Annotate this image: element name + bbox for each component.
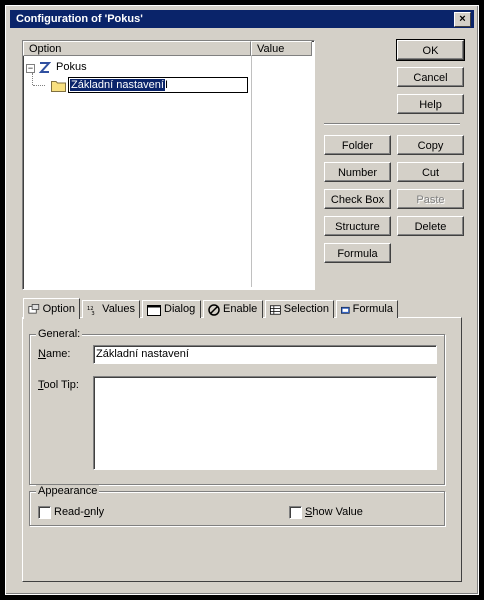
expand-collapse-icon[interactable]: − [26,64,35,73]
tab-formula-label: Formula [352,303,393,315]
general-group: General: Name: Základní nastavení Tool T… [29,328,445,485]
values-tab-icon: 123 [87,306,95,316]
appearance-legend: Appearance [36,485,100,497]
general-legend: General: [36,328,83,340]
cut-button[interactable]: Cut [397,162,464,182]
title-bar[interactable]: Configuration of 'Pokus' × [10,10,474,28]
paste-button[interactable]: Paste [397,189,464,209]
selection-tab-icon [270,304,281,315]
column-header-value[interactable]: Value [251,41,312,56]
formula-tab-icon [341,306,350,314]
column-header-option[interactable]: Option [23,41,251,56]
tab-values-label: Values [102,303,135,315]
name-label: Name: [38,348,71,360]
tab-strip: Option 12 3 Values Dialog Enable Selectio… [22,298,462,320]
number-button[interactable]: Number [324,162,391,182]
window-title: Configuration of 'Pokus' [16,13,143,25]
column-divider [251,56,252,287]
close-button[interactable]: × [454,12,471,27]
tooltip-label: Tool Tip: [38,379,79,391]
tree-node-child[interactable]: Základní nastavení I [45,77,250,95]
formula-button[interactable]: Formula [324,243,391,263]
delete-button[interactable]: Delete [397,216,464,236]
tooltip-textarea[interactable] [93,376,437,470]
appearance-group: Appearance Read-only Show Value [29,485,445,526]
text-cursor-icon: I [165,79,169,91]
option-tab-panel: General: Name: Základní nastavení Tool T… [22,317,462,582]
no-entry-icon [208,303,220,316]
ok-button[interactable]: OK [396,39,465,61]
tab-formula[interactable]: Formula [336,300,398,318]
tab-dialog-label: Dialog [164,303,196,315]
z-structure-icon [38,62,51,73]
tree-node-root[interactable]: − Pokus [25,60,225,76]
tab-values[interactable]: 12 3 Values [82,300,140,318]
cancel-button[interactable]: Cancel [397,67,464,87]
folder-icon [51,81,66,92]
help-button[interactable]: Help [397,94,464,114]
tab-selection[interactable]: Selection [265,300,334,318]
tree-node-root-label: Pokus [56,61,87,73]
option-tab-icon [28,304,40,314]
separator [324,123,460,125]
checkbox-button[interactable]: Check Box [324,189,391,209]
tab-option[interactable]: Option [23,298,80,319]
tab-option-label: Option [42,302,75,315]
copy-button[interactable]: Copy [397,135,464,155]
readonly-label[interactable]: Read-only [54,506,104,518]
tab-dialog[interactable]: Dialog [142,300,201,318]
name-input-value: Základní nastavení [96,348,189,360]
structure-button[interactable]: Structure [324,216,391,236]
showvalue-label[interactable]: Show Value [305,506,363,518]
svg-text:3: 3 [91,311,94,316]
tree-connector [32,73,34,85]
tree-node-edit-box[interactable]: Základní nastavení I [68,77,248,93]
folder-button[interactable]: Folder [324,135,391,155]
option-tree[interactable]: Option Value − Pokus Základní nastavení … [22,40,315,290]
readonly-checkbox[interactable] [38,506,51,519]
showvalue-checkbox[interactable] [289,506,302,519]
tree-connector [33,85,45,87]
dialog-tab-icon [147,304,161,316]
name-input[interactable]: Základní nastavení [93,345,437,364]
tab-enable[interactable]: Enable [203,300,263,318]
tab-selection-label: Selection [283,303,329,315]
tree-node-edit-text: Základní nastavení [70,79,165,91]
tab-enable-label: Enable [223,303,258,315]
